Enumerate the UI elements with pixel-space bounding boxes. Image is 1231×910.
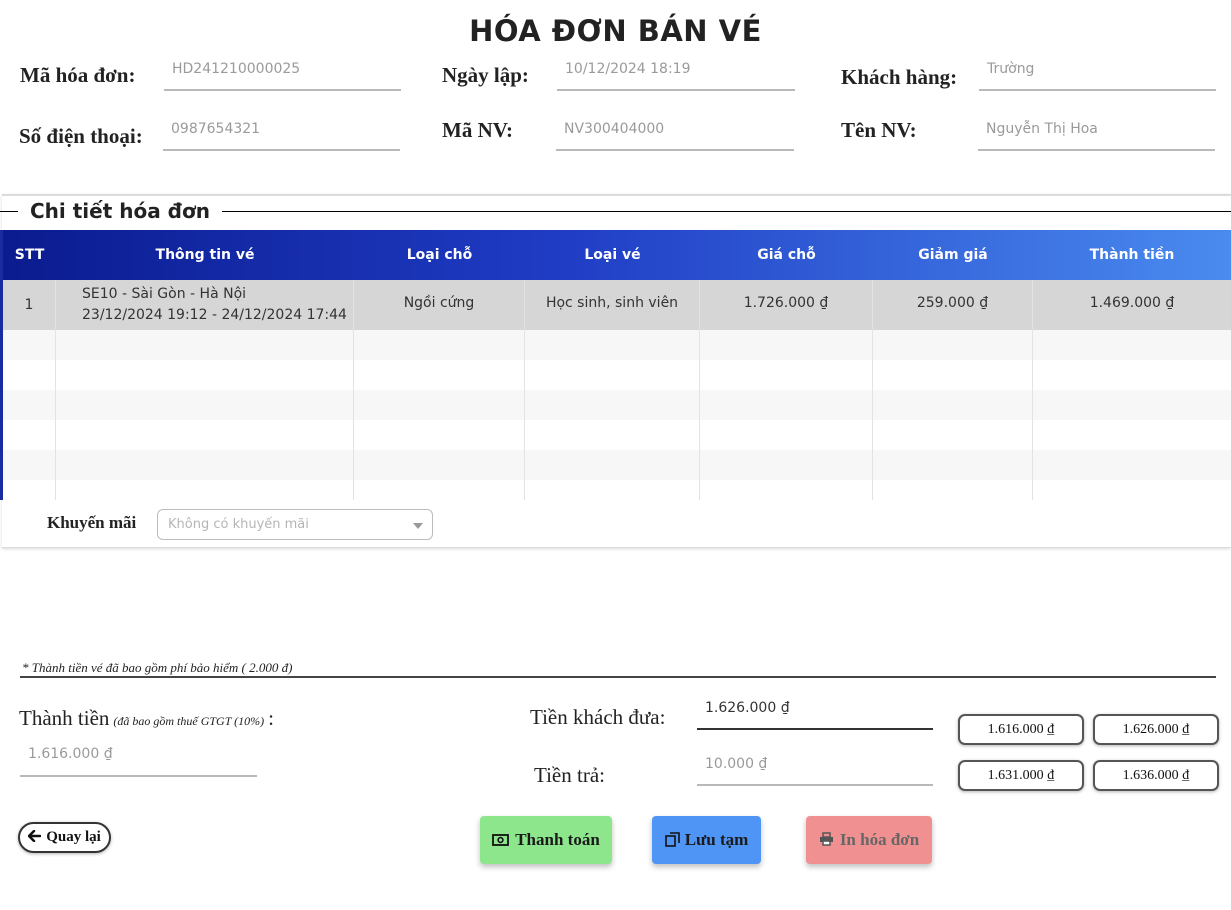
staff-name-value: Nguyễn Thị Hoa [986, 121, 1098, 137]
money-icon [492, 834, 510, 846]
cell-total: 1.469.000 ₫ [1089, 295, 1175, 311]
pay-button[interactable]: Thanh toán [480, 816, 612, 864]
invoice-code-label: Mã hóa đơn: [20, 63, 136, 87]
col-ticket-info[interactable]: Thông tin vé [56, 230, 354, 280]
promotion-select[interactable]: Không có khuyến mãi [157, 509, 433, 540]
total-label: Thành tiền [19, 706, 110, 730]
staff-name-field[interactable]: Nguyễn Thị Hoa [978, 121, 1215, 151]
total-label-group: Thành tiền (đã bao gồm thuế GTGT (10%) : [19, 706, 274, 731]
given-field[interactable]: 1.626.000 ₫ [697, 700, 933, 730]
staff-id-value: NV300404000 [564, 121, 665, 137]
promotion-value: Không có khuyến mãi [168, 517, 309, 532]
table-row-empty[interactable] [3, 330, 1231, 360]
quick-amount-button[interactable]: 1.616.000 ₫ [958, 714, 1084, 745]
page-title: HÓA ĐƠN BÁN VÉ [469, 14, 762, 48]
customer-field[interactable]: Trường [979, 61, 1216, 91]
col-discount[interactable]: Giảm giá [873, 230, 1033, 280]
cell-ticket-type: Học sinh, sinh viên [525, 280, 700, 330]
note-divider [20, 676, 1216, 678]
pay-label: Thanh toán [515, 830, 600, 849]
total-field[interactable]: 1.616.000 ₫ [20, 746, 257, 777]
print-label: In hóa đơn [839, 830, 920, 849]
given-label: Tiền khách đưa: [530, 705, 666, 729]
total-colon: : [268, 706, 275, 730]
col-stt[interactable]: STT [3, 230, 56, 280]
change-value: 10.000 ₫ [705, 756, 768, 772]
insurance-note: * Thành tiền vé đã bao gồm phí bảo hiểm … [22, 660, 293, 675]
arrow-left-icon [27, 829, 42, 843]
table-row-empty[interactable] [3, 420, 1231, 450]
back-label: Quay lại [46, 829, 101, 845]
invoice-code-value: HD241210000025 [172, 61, 301, 77]
table-row[interactable]: 1 SE10 - Sài Gòn - Hà Nội 23/12/2024 19:… [3, 280, 1231, 330]
ticket-time: 23/12/2024 19:12 - 24/12/2024 17:44 [82, 307, 347, 323]
date-value: 10/12/2024 18:19 [565, 61, 691, 77]
cell-seat-type: Ngồi cứng [354, 280, 525, 330]
table-row-empty[interactable] [3, 450, 1231, 480]
quick-amount-button[interactable]: 1.626.000 ₫ [1093, 714, 1219, 745]
cell-ticket-info: SE10 - Sài Gòn - Hà Nội 23/12/2024 19:12… [56, 280, 354, 330]
total-value: 1.616.000 ₫ [28, 746, 113, 762]
given-value: 1.626.000 ₫ [705, 700, 790, 716]
customer-value: Trường [987, 61, 1035, 77]
save-label: Lưu tạm [684, 830, 749, 849]
change-field[interactable]: 10.000 ₫ [697, 756, 933, 786]
save-draft-button[interactable]: Lưu tạm [652, 816, 761, 864]
promotion-label: Khuyến mãi [47, 513, 137, 532]
quick-amount-button[interactable]: 1.636.000 ₫ [1093, 760, 1219, 791]
printer-icon [819, 832, 833, 846]
back-button[interactable]: Quay lại [18, 822, 111, 853]
invoice-code-field[interactable]: HD241210000025 [164, 61, 401, 91]
table-header: STT Thông tin vé Loại chỗ Loại vé Giá ch… [3, 230, 1231, 280]
col-seat-price[interactable]: Giá chỗ [700, 230, 873, 280]
col-total[interactable]: Thành tiền [1033, 230, 1231, 280]
change-label: Tiền trả: [534, 763, 605, 787]
cell-discount: 259.000 ₫ [873, 280, 1033, 330]
total-sub-label: (đã bao gồm thuế GTGT (10%) [113, 714, 265, 728]
ticket-route: SE10 - Sài Gòn - Hà Nội [82, 286, 247, 302]
phone-value: 0987654321 [171, 121, 261, 137]
table-row-empty[interactable] [3, 360, 1231, 390]
date-label: Ngày lập: [442, 63, 529, 87]
chevron-down-icon [413, 523, 423, 529]
phone-field[interactable]: 0987654321 [163, 121, 400, 151]
table-row-empty[interactable] [3, 480, 1231, 500]
col-seat-type[interactable]: Loại chỗ [354, 230, 525, 280]
print-invoice-button[interactable]: In hóa đơn [806, 816, 932, 864]
col-ticket-type[interactable]: Loại vé [525, 230, 700, 280]
phone-label: Số điện thoại: [19, 124, 143, 148]
customer-label: Khách hàng: [841, 65, 958, 89]
quick-amount-button[interactable]: 1.631.000 ₫ [958, 760, 1084, 791]
copy-icon [664, 832, 680, 847]
cell-stt: 1 [3, 280, 56, 330]
cell-seat-price: 1.726.000 ₫ [700, 280, 873, 330]
section-title: Chi tiết hóa đơn [18, 199, 222, 223]
table-row-empty[interactable] [3, 390, 1231, 420]
staff-id-label: Mã NV: [442, 118, 513, 142]
staff-name-label: Tên NV: [841, 118, 917, 142]
staff-id-field[interactable]: NV300404000 [556, 121, 794, 151]
date-field[interactable]: 10/12/2024 18:19 [557, 61, 795, 91]
